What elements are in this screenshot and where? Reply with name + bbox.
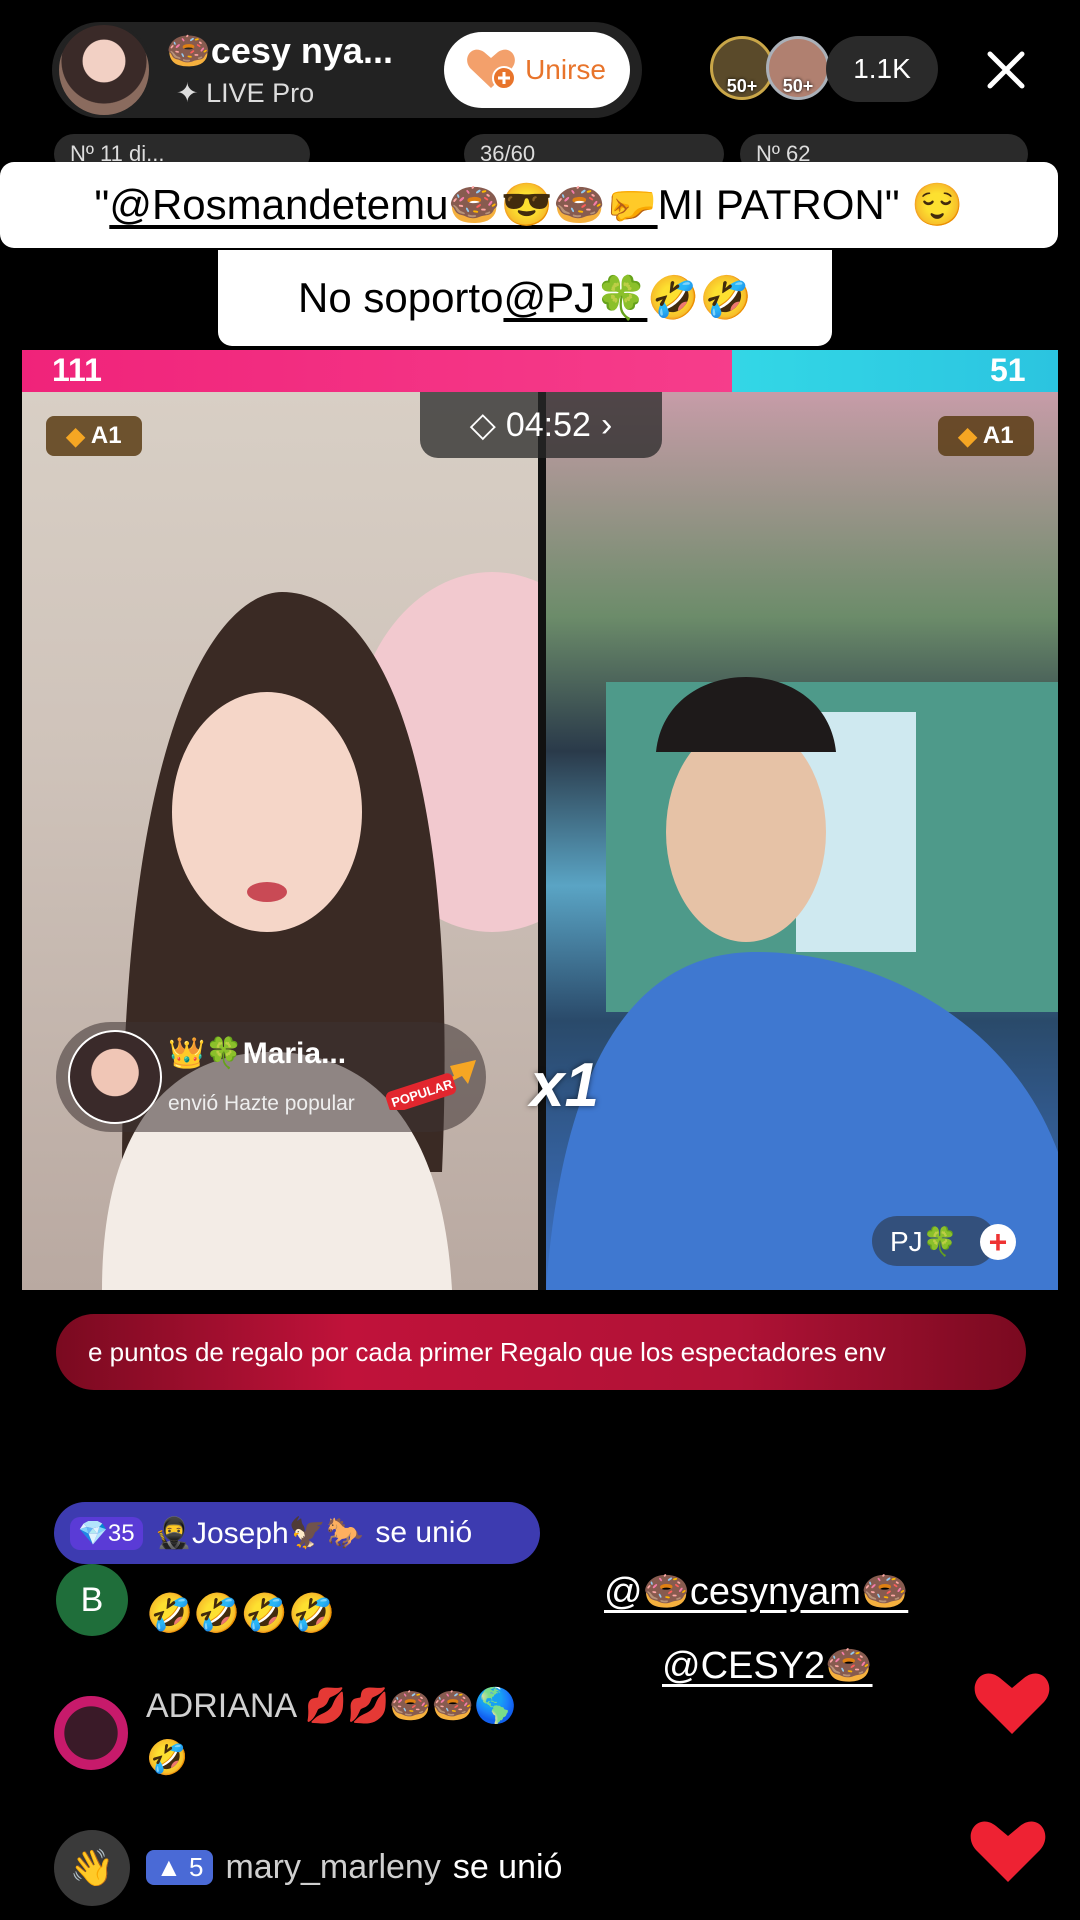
live-pro-label: LIVE Pro	[206, 78, 315, 108]
caption-text: 🤣🤣	[647, 273, 752, 321]
score-left: 111	[52, 352, 102, 388]
wave-icon[interactable]: 👋	[54, 1830, 130, 1906]
right-rank-badge: ◆ A1	[938, 416, 1034, 456]
user-level-badge: ▲ 5	[146, 1850, 214, 1885]
top-viewer-avatar[interactable]: 50+	[710, 36, 774, 100]
caption-mention: @Rosmandetemu🍩😎🍩🤛	[109, 180, 658, 228]
joined-action: se unió	[452, 1848, 563, 1886]
timer-text: 04:52	[505, 405, 591, 444]
triangle-icon: ▲	[156, 1852, 189, 1882]
host-video-illustration	[102, 572, 538, 1290]
guest-video[interactable]	[546, 392, 1058, 1290]
left-rank-badge: ◆ A1	[46, 416, 142, 456]
caption-line-1: " @Rosmandetemu🍩😎🍩🤛 MI PATRON" 😌	[0, 162, 1058, 248]
level-number: 5	[188, 1852, 204, 1882]
diamond-icon: ◇	[469, 406, 496, 444]
user-level-badge: 💎35	[70, 1516, 143, 1550]
chat-message: 🤣🤣🤣🤣	[146, 1593, 336, 1635]
chat-message: 🤣	[146, 1739, 189, 1777]
split-divider	[538, 392, 546, 1290]
caption-text: "	[94, 181, 110, 228]
popular-gift-icon: POPULAR	[385, 1060, 476, 1110]
gift-text: envió Hazte popular	[168, 1092, 355, 1115]
gift-sender-name: 👑🍀Maria...	[168, 1037, 347, 1070]
guest-video-illustration	[546, 677, 1058, 1290]
heart-icon	[970, 1821, 1046, 1882]
host-video[interactable]	[22, 392, 538, 1290]
top-viewer-avatar[interactable]: 50+	[766, 36, 830, 100]
gem-icon: 💎	[78, 1519, 108, 1547]
joined-username[interactable]: mary_marleny	[225, 1848, 440, 1887]
mention-text: @🍩cesynyam🍩	[604, 1571, 909, 1613]
score-left-fill	[22, 350, 732, 392]
guest-name-tag[interactable]: PJ🍀	[872, 1216, 996, 1266]
caption-mention: @PJ🍀	[503, 273, 648, 321]
chat-username[interactable]: ADRIANA 💋💋🍩🍩🌎	[146, 1686, 516, 1726]
joined-username[interactable]: 🥷Joseph🦅🐎	[155, 1516, 364, 1551]
level-number: 35	[107, 1519, 135, 1547]
viewer-rank-badge: 50+	[782, 76, 814, 96]
chevron-right-icon: ›	[600, 405, 613, 444]
mention-text: @CESY2🍩	[662, 1645, 873, 1687]
caption-line-2: No soporto @PJ🍀 🤣🤣	[218, 250, 832, 346]
promo-banner[interactable]: e puntos de regalo por cada primer Regal…	[56, 1314, 1026, 1390]
battle-timer[interactable]: ◇ 04:52 ›	[420, 392, 662, 458]
join-notification: 💎35 🥷Joseph🦅🐎 se unió	[54, 1502, 540, 1564]
gift-combo: x1	[530, 1051, 599, 1120]
diamond-icon: ◆	[958, 422, 977, 450]
battle-score-bar	[22, 350, 1058, 392]
diamond-icon: ◆	[66, 422, 85, 450]
host-avatar[interactable]	[56, 22, 152, 118]
chat-avatar[interactable]	[54, 1696, 128, 1770]
viewer-count[interactable]: 1.1K	[826, 36, 938, 102]
host-subtitle: ✦ LIVE Pro	[176, 78, 314, 109]
rank-label: A1	[90, 422, 122, 449]
joined-action: se unió	[375, 1516, 473, 1549]
follow-guest-button[interactable]: +	[980, 1224, 1016, 1260]
caption-text: MI PATRON" 😌	[657, 180, 964, 228]
viewer-rank-badge: 50+	[726, 76, 758, 96]
sparkle-icon: ✦	[176, 78, 207, 108]
host-name[interactable]: 🍩cesy nya...	[166, 30, 393, 72]
gift-sender-avatar[interactable]	[68, 1030, 162, 1124]
heart-icon	[974, 1673, 1050, 1734]
join-label: Unirse	[525, 54, 606, 85]
heart-plus-icon	[467, 49, 516, 90]
join-notification: ▲ 5 mary_marleny se unió	[146, 1848, 562, 1887]
rank-label: A1	[982, 422, 1014, 449]
score-right: 51	[990, 352, 1026, 388]
caption-text: No soporto	[298, 274, 504, 321]
chat-avatar[interactable]: B	[56, 1564, 128, 1636]
close-icon[interactable]	[986, 50, 1026, 90]
